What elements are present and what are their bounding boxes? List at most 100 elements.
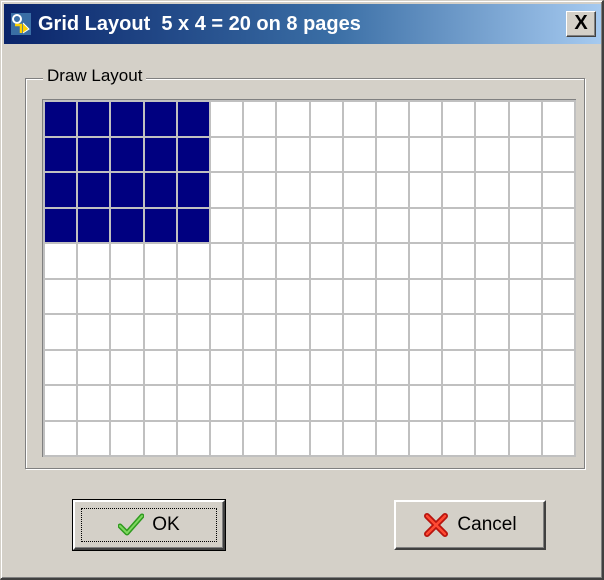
cancel-button[interactable]: Cancel	[394, 500, 546, 550]
grid-cell[interactable]	[376, 244, 409, 278]
grid-cell[interactable]	[310, 137, 342, 171]
grid-cell[interactable]	[410, 279, 442, 313]
grid-cell[interactable]	[410, 137, 442, 171]
grid-cell-selected[interactable]	[177, 173, 209, 207]
grid-cell[interactable]	[476, 208, 508, 242]
grid-cell[interactable]	[310, 208, 342, 242]
grid-cell[interactable]	[244, 173, 276, 207]
layout-grid[interactable]	[42, 99, 576, 457]
grid-cell[interactable]	[443, 421, 475, 455]
grid-cell[interactable]	[111, 386, 143, 420]
grid-cell[interactable]	[410, 244, 442, 278]
grid-cell[interactable]	[78, 350, 110, 384]
close-button[interactable]: X	[566, 11, 596, 37]
grid-cell[interactable]	[343, 421, 375, 455]
grid-cell[interactable]	[45, 386, 77, 420]
grid-cell[interactable]	[244, 244, 276, 278]
grid-cell[interactable]	[177, 421, 209, 455]
grid-cell[interactable]	[410, 421, 442, 455]
grid-cell-selected[interactable]	[45, 208, 77, 242]
grid-cell-selected[interactable]	[78, 137, 110, 171]
grid-cell[interactable]	[476, 244, 508, 278]
grid-cell[interactable]	[111, 315, 143, 349]
grid-cell[interactable]	[310, 279, 342, 313]
grid-cell[interactable]	[277, 102, 309, 136]
grid-cell[interactable]	[476, 350, 508, 384]
grid-cell[interactable]	[277, 279, 309, 313]
grid-cell[interactable]	[343, 173, 375, 207]
grid-cell[interactable]	[144, 244, 176, 278]
grid-cell-selected[interactable]	[177, 137, 209, 171]
grid-cell[interactable]	[410, 208, 442, 242]
grid-cell[interactable]	[376, 137, 409, 171]
grid-cell[interactable]	[542, 102, 574, 136]
grid-cell[interactable]	[476, 386, 508, 420]
grid-cell[interactable]	[310, 244, 342, 278]
grid-cell-selected[interactable]	[144, 173, 176, 207]
grid-cell[interactable]	[210, 244, 243, 278]
grid-cell[interactable]	[244, 421, 276, 455]
grid-cell[interactable]	[244, 208, 276, 242]
grid-cell[interactable]	[476, 315, 508, 349]
title-bar[interactable]: Grid Layout 5 x 4 = 20 on 8 pages X	[4, 4, 601, 44]
grid-cell[interactable]	[310, 173, 342, 207]
grid-cell[interactable]	[376, 421, 409, 455]
grid-cell[interactable]	[210, 350, 243, 384]
grid-cell[interactable]	[177, 244, 209, 278]
grid-cell[interactable]	[376, 386, 409, 420]
grid-cell[interactable]	[542, 208, 574, 242]
grid-cell[interactable]	[45, 421, 77, 455]
grid-cell[interactable]	[244, 350, 276, 384]
grid-cell[interactable]	[111, 350, 143, 384]
grid-cell[interactable]	[210, 173, 243, 207]
grid-cell[interactable]	[144, 350, 176, 384]
grid-cell-selected[interactable]	[144, 102, 176, 136]
grid-cell[interactable]	[210, 102, 243, 136]
grid-cell[interactable]	[244, 137, 276, 171]
grid-cell-selected[interactable]	[45, 137, 77, 171]
grid-cell[interactable]	[310, 421, 342, 455]
grid-cell[interactable]	[376, 173, 409, 207]
ok-button[interactable]: OK	[72, 499, 226, 551]
grid-cell-selected[interactable]	[144, 137, 176, 171]
grid-cell[interactable]	[210, 137, 243, 171]
grid-cell[interactable]	[410, 386, 442, 420]
grid-cell[interactable]	[210, 315, 243, 349]
grid-cell[interactable]	[542, 421, 574, 455]
grid-cell[interactable]	[376, 279, 409, 313]
grid-cell[interactable]	[277, 386, 309, 420]
grid-cell[interactable]	[177, 315, 209, 349]
grid-cell-selected[interactable]	[45, 102, 77, 136]
grid-cell[interactable]	[443, 315, 475, 349]
grid-cell[interactable]	[144, 421, 176, 455]
grid-cell[interactable]	[509, 350, 541, 384]
grid-cell[interactable]	[343, 137, 375, 171]
grid-cell[interactable]	[443, 279, 475, 313]
grid-cell[interactable]	[476, 102, 508, 136]
grid-cell[interactable]	[476, 173, 508, 207]
grid-cell[interactable]	[542, 173, 574, 207]
grid-cell[interactable]	[144, 386, 176, 420]
grid-cell[interactable]	[310, 350, 342, 384]
grid-cell[interactable]	[277, 350, 309, 384]
grid-cell[interactable]	[244, 102, 276, 136]
grid-cell-selected[interactable]	[111, 208, 143, 242]
grid-cell[interactable]	[509, 421, 541, 455]
grid-cell[interactable]	[277, 421, 309, 455]
grid-cell[interactable]	[542, 279, 574, 313]
grid-cell[interactable]	[542, 386, 574, 420]
grid-cell[interactable]	[376, 315, 409, 349]
grid-cell-selected[interactable]	[144, 208, 176, 242]
grid-cell[interactable]	[45, 350, 77, 384]
grid-cell[interactable]	[310, 102, 342, 136]
grid-cell[interactable]	[144, 279, 176, 313]
grid-cell[interactable]	[509, 137, 541, 171]
grid-cell[interactable]	[277, 137, 309, 171]
grid-cell[interactable]	[343, 102, 375, 136]
grid-cell-selected[interactable]	[111, 173, 143, 207]
grid-cell[interactable]	[277, 315, 309, 349]
grid-cell[interactable]	[277, 173, 309, 207]
grid-cell[interactable]	[210, 386, 243, 420]
grid-cell[interactable]	[509, 102, 541, 136]
grid-cell[interactable]	[343, 315, 375, 349]
